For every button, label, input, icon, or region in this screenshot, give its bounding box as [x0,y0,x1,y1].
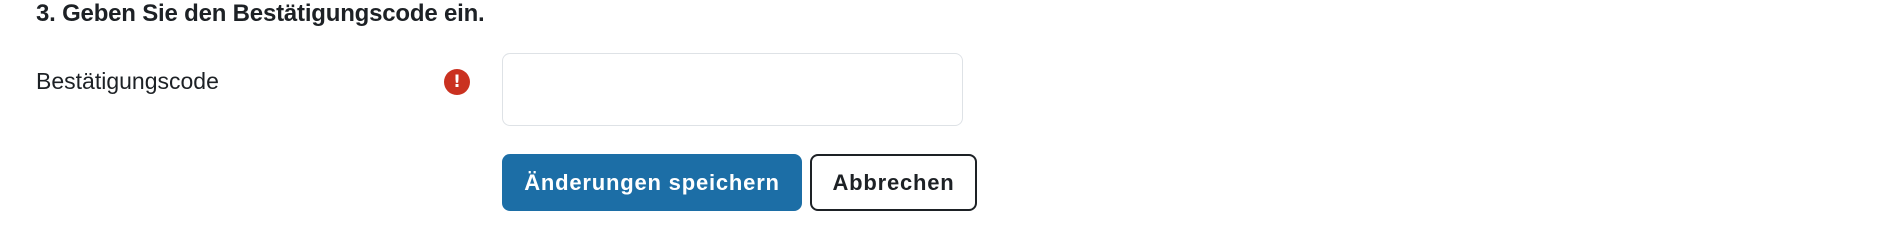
step-heading: 3. Geben Sie den Bestätigungscode ein. [36,0,485,27]
exclamation-icon: ! [444,69,470,95]
cancel-button[interactable]: Abbrechen [810,154,977,211]
confirmation-code-form: 3. Geben Sie den Bestätigungscode ein. B… [0,0,1891,220]
save-changes-button[interactable]: Änderungen speichern [502,154,802,211]
confirmation-code-label: Bestätigungscode [36,68,219,94]
confirmation-code-input[interactable] [502,53,963,126]
